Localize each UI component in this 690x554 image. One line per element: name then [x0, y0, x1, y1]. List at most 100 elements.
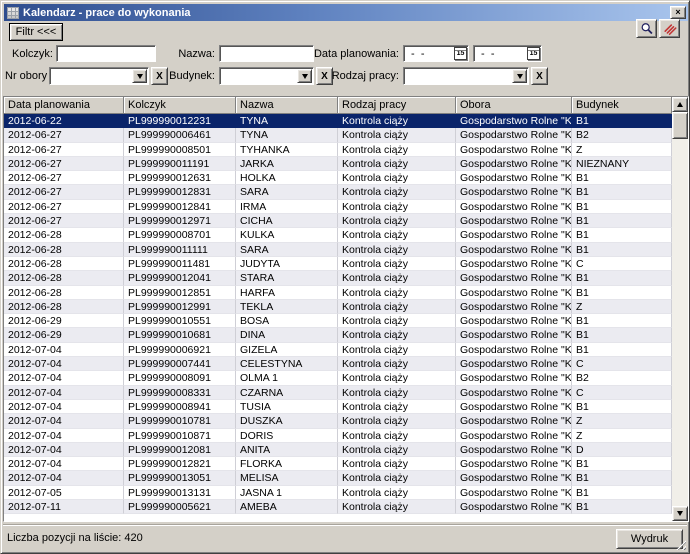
table-cell[interactable]: CELESTYNA: [236, 357, 338, 371]
table-cell[interactable]: PL999990005621: [124, 500, 236, 514]
table-cell[interactable]: C: [572, 357, 672, 371]
table-cell[interactable]: B1: [572, 228, 672, 242]
table-cell[interactable]: B1: [572, 214, 672, 228]
table-cell[interactable]: DORIS: [236, 429, 338, 443]
table-cell[interactable]: Kontrola ciąży: [338, 486, 456, 500]
table-cell[interactable]: KULKA: [236, 228, 338, 242]
table-cell[interactable]: Kontrola ciąży: [338, 414, 456, 428]
table-cell[interactable]: B2: [572, 128, 672, 142]
scroll-down-icon[interactable]: [672, 506, 688, 521]
table-cell[interactable]: Gospodarstwo Rolne "Krowa": [456, 286, 572, 300]
table-cell[interactable]: JUDYTA: [236, 257, 338, 271]
table-cell[interactable]: STARA: [236, 271, 338, 285]
table-cell[interactable]: 2012-07-04: [4, 414, 124, 428]
table-row[interactable]: 2012-06-27PL999990012841IRMAKontrola cią…: [4, 200, 672, 214]
table-cell[interactable]: HARFA: [236, 286, 338, 300]
table-cell[interactable]: Kontrola ciąży: [338, 371, 456, 385]
table-cell[interactable]: 2012-06-22: [4, 114, 124, 128]
table-cell[interactable]: PL999990006921: [124, 343, 236, 357]
table-cell[interactable]: Kontrola ciąży: [338, 429, 456, 443]
table-cell[interactable]: Kontrola ciąży: [338, 328, 456, 342]
column-header[interactable]: Nazwa: [236, 97, 338, 114]
table-cell[interactable]: PL999990012831: [124, 185, 236, 199]
table-cell[interactable]: PL999990012851: [124, 286, 236, 300]
table-cell[interactable]: B1: [572, 171, 672, 185]
table-cell[interactable]: 2012-07-11: [4, 500, 124, 514]
table-cell[interactable]: SARA: [236, 243, 338, 257]
scroll-up-icon[interactable]: [672, 97, 688, 112]
table-row[interactable]: 2012-06-29PL999990010681DINAKontrola cią…: [4, 328, 672, 342]
table-row[interactable]: 2012-07-04PL999990006921GIZELAKontrola c…: [4, 343, 672, 357]
table-cell[interactable]: PL999990006461: [124, 128, 236, 142]
table-row[interactable]: 2012-07-04PL999990012821FLORKAKontrola c…: [4, 457, 672, 471]
table-cell[interactable]: Kontrola ciąży: [338, 214, 456, 228]
column-header[interactable]: Kolczyk: [124, 97, 236, 114]
table-cell[interactable]: Kontrola ciąży: [338, 457, 456, 471]
table-cell[interactable]: Kontrola ciąży: [338, 314, 456, 328]
table-cell[interactable]: Gospodarstwo Rolne "Krowa": [456, 471, 572, 485]
table-row[interactable]: 2012-06-28PL999990011481JUDYTAKontrola c…: [4, 257, 672, 271]
table-cell[interactable]: Kontrola ciąży: [338, 443, 456, 457]
rodzaj-pracy-clear-button[interactable]: X: [531, 67, 548, 85]
table-cell[interactable]: TUSIA: [236, 400, 338, 414]
table-cell[interactable]: Gospodarstwo Rolne "Krowa": [456, 328, 572, 342]
table-cell[interactable]: Kontrola ciąży: [338, 228, 456, 242]
table-cell[interactable]: 2012-06-29: [4, 328, 124, 342]
table-cell[interactable]: Gospodarstwo Rolne "Krowa": [456, 443, 572, 457]
table-cell[interactable]: Kontrola ciąży: [338, 300, 456, 314]
table-cell[interactable]: B1: [572, 343, 672, 357]
table-cell[interactable]: DINA: [236, 328, 338, 342]
table-cell[interactable]: IRMA: [236, 200, 338, 214]
column-header[interactable]: Data planowania: [4, 97, 124, 114]
table-cell[interactable]: PL999990012231: [124, 114, 236, 128]
table-cell[interactable]: PL999990012991: [124, 300, 236, 314]
table-cell[interactable]: 2012-06-27: [4, 171, 124, 185]
table-cell[interactable]: 2012-07-04: [4, 343, 124, 357]
table-row[interactable]: 2012-07-04PL999990012081ANITAKontrola ci…: [4, 443, 672, 457]
table-cell[interactable]: B1: [572, 457, 672, 471]
table-cell[interactable]: B1: [572, 271, 672, 285]
table-cell[interactable]: B1: [572, 400, 672, 414]
table-cell[interactable]: C: [572, 386, 672, 400]
table-cell[interactable]: PL999990010551: [124, 314, 236, 328]
table-cell[interactable]: BOSA: [236, 314, 338, 328]
table-cell[interactable]: 2012-06-28: [4, 228, 124, 242]
table-row[interactable]: 2012-06-27PL999990006461TYNAKontrola cią…: [4, 128, 672, 142]
table-cell[interactable]: Kontrola ciąży: [338, 343, 456, 357]
table-cell[interactable]: Kontrola ciąży: [338, 200, 456, 214]
table-row[interactable]: 2012-07-04PL999990008941TUSIAKontrola ci…: [4, 400, 672, 414]
table-cell[interactable]: B1: [572, 286, 672, 300]
table-cell[interactable]: 2012-07-04: [4, 471, 124, 485]
table-cell[interactable]: B1: [572, 500, 672, 514]
table-cell[interactable]: ANITA: [236, 443, 338, 457]
table-row[interactable]: 2012-07-11PL999990005621AMEBAKontrola ci…: [4, 500, 672, 514]
table-cell[interactable]: Gospodarstwo Rolne "Krowa": [456, 371, 572, 385]
table-cell[interactable]: 2012-07-04: [4, 400, 124, 414]
table-cell[interactable]: 2012-06-27: [4, 200, 124, 214]
table-cell[interactable]: PL999990012821: [124, 457, 236, 471]
table-cell[interactable]: Kontrola ciąży: [338, 271, 456, 285]
date-from-field[interactable]: - - 15: [403, 45, 469, 62]
table-cell[interactable]: 2012-07-04: [4, 357, 124, 371]
table-cell[interactable]: Gospodarstwo Rolne "Krowa": [456, 457, 572, 471]
table-cell[interactable]: JASNA 1: [236, 486, 338, 500]
table-row[interactable]: 2012-06-28PL999990012851HARFAKontrola ci…: [4, 286, 672, 300]
table-cell[interactable]: B1: [572, 486, 672, 500]
table-cell[interactable]: Gospodarstwo Rolne "Krowa": [456, 300, 572, 314]
table-cell[interactable]: Kontrola ciąży: [338, 185, 456, 199]
table-cell[interactable]: Kontrola ciąży: [338, 500, 456, 514]
table-cell[interactable]: 2012-06-27: [4, 128, 124, 142]
table-cell[interactable]: Kontrola ciąży: [338, 257, 456, 271]
table-row[interactable]: 2012-06-28PL999990012041STARAKontrola ci…: [4, 271, 672, 285]
table-cell[interactable]: Gospodarstwo Rolne "Krowa": [456, 400, 572, 414]
table-cell[interactable]: Gospodarstwo Rolne "Krowa": [456, 386, 572, 400]
table-cell[interactable]: PL999990012841: [124, 200, 236, 214]
table-cell[interactable]: B1: [572, 200, 672, 214]
table-cell[interactable]: 2012-06-27: [4, 143, 124, 157]
scrollbar-thumb[interactable]: [672, 112, 688, 139]
table-cell[interactable]: 2012-07-04: [4, 457, 124, 471]
table-cell[interactable]: Z: [572, 143, 672, 157]
nazwa-input[interactable]: [219, 45, 314, 62]
table-cell[interactable]: 2012-07-04: [4, 443, 124, 457]
table-cell[interactable]: PL999990008941: [124, 400, 236, 414]
